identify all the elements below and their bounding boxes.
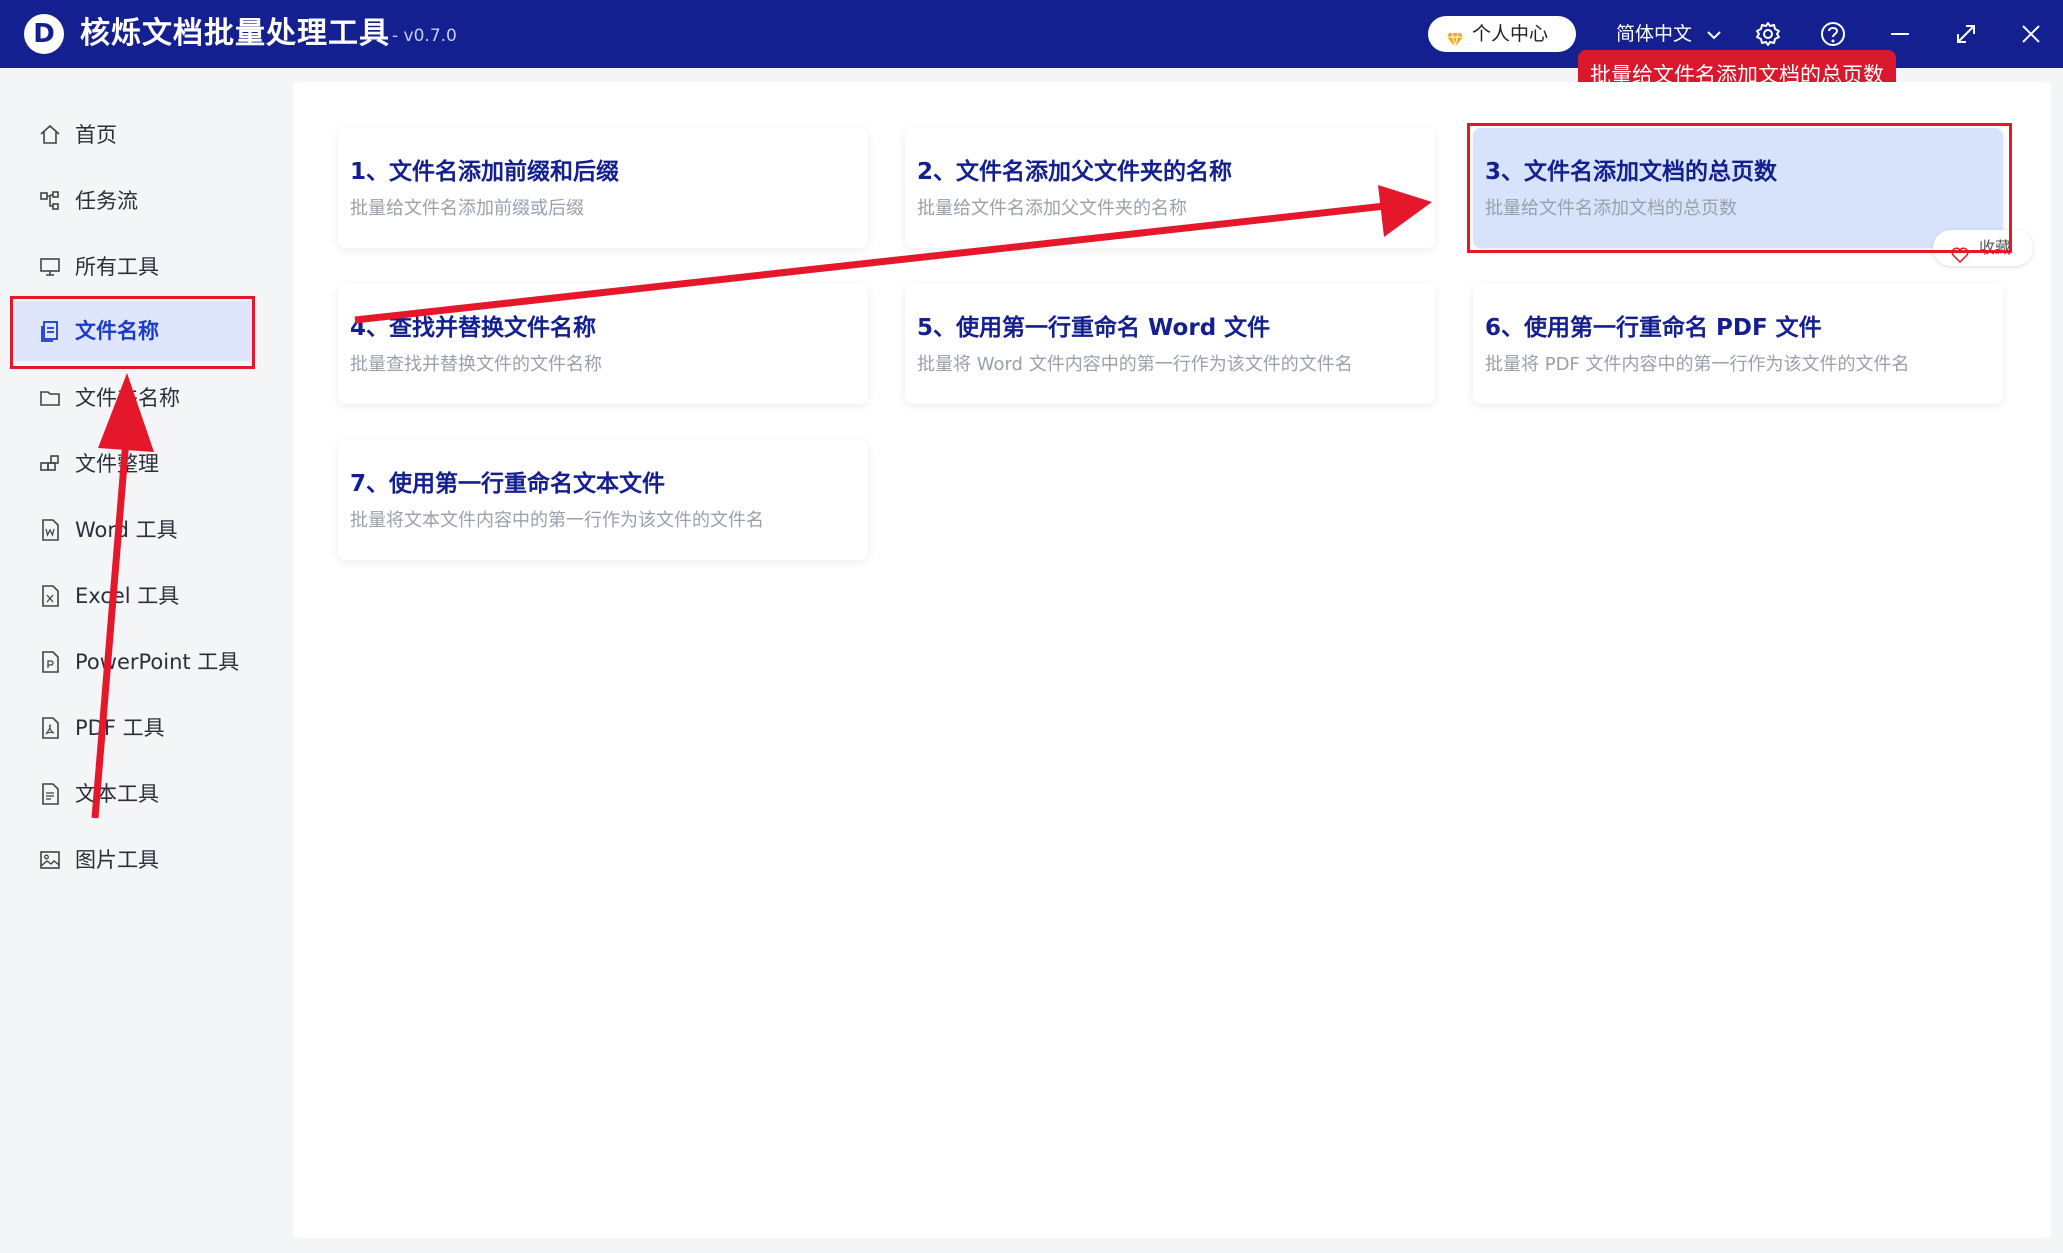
word-file-icon: [38, 518, 62, 542]
chevron-down-icon: [1706, 17, 1722, 53]
heart-icon: [1951, 240, 1969, 276]
monitor-icon: [38, 255, 62, 279]
sidebar-item-label: Word 工具: [75, 518, 178, 542]
tool-card-title: 1、文件名添加前缀和后缀: [350, 159, 620, 185]
tool-card-7[interactable]: 7、使用第一行重命名文本文件 批量将文本文件内容中的第一行作为该文件的文件名: [338, 440, 868, 560]
user-center-button[interactable]: 个人中心: [1428, 16, 1576, 52]
sidebar-item-label: 任务流: [75, 189, 138, 213]
tool-card-desc: 批量将 Word 文件内容中的第一行作为该文件的文件名: [917, 354, 1353, 375]
tool-card-title: 5、使用第一行重命名 Word 文件: [917, 315, 1271, 341]
tool-card-desc: 批量将文本文件内容中的第一行作为该文件的文件名: [350, 510, 764, 531]
language-select[interactable]: 简体中文: [1616, 16, 1722, 52]
folder-icon: [38, 386, 62, 410]
favorite-button[interactable]: 收藏: [1933, 230, 2033, 266]
main-panel: 1、文件名添加前缀和后缀 批量给文件名添加前缀或后缀 2、文件名添加父文件夹的名…: [293, 82, 2051, 1238]
sidebar-item-all-tools[interactable]: 所有工具: [12, 237, 252, 297]
sidebar-item-label: 首页: [75, 123, 117, 147]
user-center-label: 个人中心: [1472, 23, 1549, 45]
excel-file-icon: [38, 584, 62, 608]
language-label: 简体中文: [1616, 23, 1693, 45]
close-icon[interactable]: [2015, 18, 2047, 50]
sidebar-item-folder-name[interactable]: 文件夹名称: [12, 368, 252, 428]
sidebar-item-home[interactable]: 首页: [12, 105, 252, 165]
tool-card-title: 2、文件名添加父文件夹的名称: [917, 159, 1233, 185]
sidebar-item-label: PowerPoint 工具: [75, 650, 240, 674]
sidebar-item-file-organize[interactable]: 文件整理: [12, 434, 252, 494]
tool-card-1[interactable]: 1、文件名添加前缀和后缀 批量给文件名添加前缀或后缀: [338, 128, 868, 248]
gem-icon: [1446, 25, 1464, 61]
sidebar-item-image-tools[interactable]: 图片工具: [12, 830, 252, 890]
tool-card-6[interactable]: 6、使用第一行重命名 PDF 文件 批量将 PDF 文件内容中的第一行作为该文件…: [1473, 284, 2003, 404]
pdf-file-icon: [38, 716, 62, 740]
tool-card-title: 6、使用第一行重命名 PDF 文件: [1485, 315, 1822, 341]
tool-card-desc: 批量给文件名添加前缀或后缀: [350, 198, 584, 219]
tool-card-desc: 批量给文件名添加文档的总页数: [1485, 198, 1737, 219]
sidebar-item-excel-tools[interactable]: Excel 工具: [12, 566, 252, 626]
tool-card-title: 7、使用第一行重命名文本文件: [350, 471, 666, 497]
tool-card-title: 3、文件名添加文档的总页数: [1485, 159, 1778, 185]
sidebar-item-powerpoint-tools[interactable]: PowerPoint 工具: [12, 632, 252, 692]
sidebar-item-label: 文件夹名称: [75, 386, 180, 410]
sidebar-item-label: 图片工具: [75, 848, 159, 872]
logo-letter: D: [33, 19, 55, 49]
file-copy-icon: [38, 319, 62, 343]
sidebar: 首页 任务流 所有工具 文件名称 文件夹名称 文件整理 Word 工具 Exce…: [0, 68, 252, 1253]
text-file-icon: [38, 782, 62, 806]
sidebar-item-word-tools[interactable]: Word 工具: [12, 500, 252, 560]
app-version: - v0.7.0: [392, 26, 457, 46]
tool-card-desc: 批量查找并替换文件的文件名称: [350, 354, 602, 375]
minimize-icon[interactable]: [1884, 18, 1916, 50]
maximize-icon[interactable]: [1950, 18, 1982, 50]
home-icon: [38, 123, 62, 147]
gear-icon[interactable]: [1752, 18, 1784, 50]
tool-card-title: 4、查找并替换文件名称: [350, 315, 597, 341]
sidebar-item-workflow[interactable]: 任务流: [12, 171, 252, 231]
image-icon: [38, 848, 62, 872]
workflow-icon: [38, 189, 62, 213]
help-icon[interactable]: [1817, 18, 1849, 50]
sidebar-item-label: 文件名称: [75, 319, 159, 343]
sidebar-item-label: 文本工具: [75, 782, 159, 806]
sidebar-item-label: 所有工具: [75, 255, 159, 279]
ppt-file-icon: [38, 650, 62, 674]
sidebar-item-label: PDF 工具: [75, 716, 165, 740]
app-title: 核烁文档批量处理工具: [80, 16, 390, 51]
blocks-icon: [38, 452, 62, 476]
tool-card-desc: 批量给文件名添加父文件夹的名称: [917, 198, 1187, 219]
tool-card-4[interactable]: 4、查找并替换文件名称 批量查找并替换文件的文件名称: [338, 284, 868, 404]
sidebar-item-text-tools[interactable]: 文本工具: [12, 764, 252, 824]
tool-card-desc: 批量将 PDF 文件内容中的第一行作为该文件的文件名: [1485, 354, 1910, 375]
favorite-label: 收藏: [1979, 238, 2012, 257]
tool-card-2[interactable]: 2、文件名添加父文件夹的名称 批量给文件名添加父文件夹的名称: [905, 128, 1435, 248]
sidebar-item-pdf-tools[interactable]: PDF 工具: [12, 698, 252, 758]
tool-card-5[interactable]: 5、使用第一行重命名 Word 文件 批量将 Word 文件内容中的第一行作为该…: [905, 284, 1435, 404]
tool-card-3[interactable]: 3、文件名添加文档的总页数 批量给文件名添加文档的总页数: [1473, 128, 2003, 248]
sidebar-item-file-name[interactable]: 文件名称: [12, 301, 252, 361]
app-logo: D: [24, 14, 64, 54]
sidebar-item-label: Excel 工具: [75, 584, 180, 608]
sidebar-item-label: 文件整理: [75, 452, 159, 476]
